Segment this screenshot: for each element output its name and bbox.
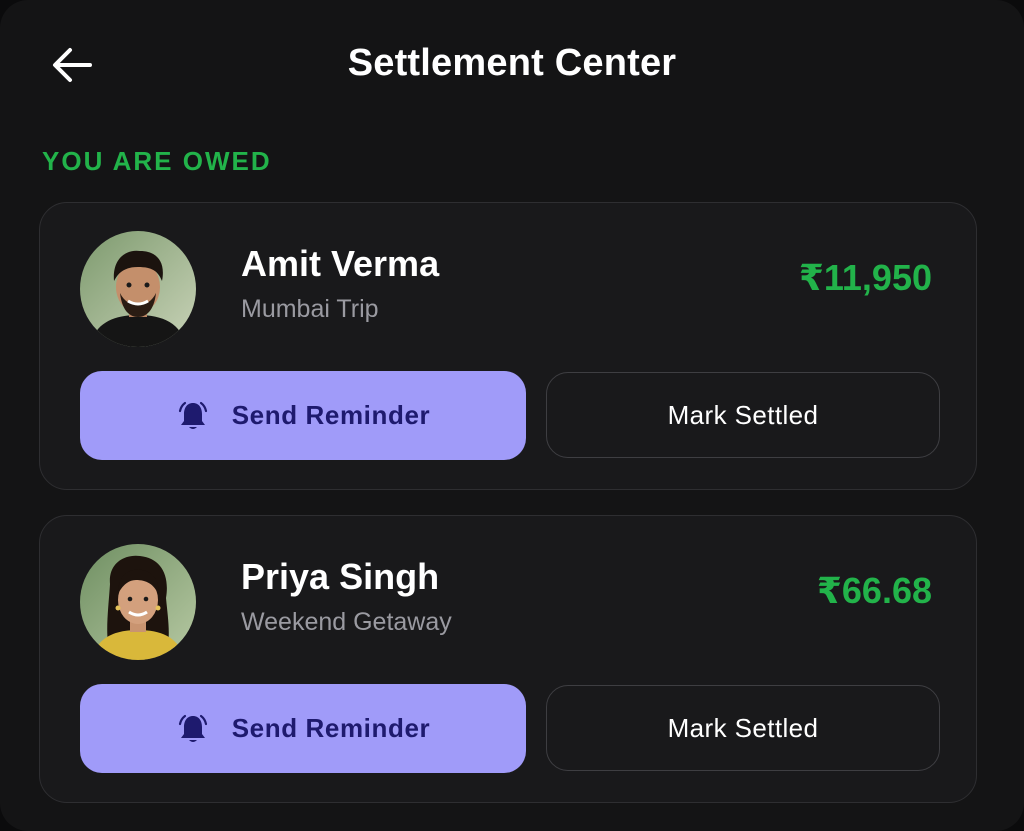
bell-icon	[178, 401, 207, 429]
trip-name: Mumbai Trip	[241, 295, 379, 323]
debtor-card: Amit Verma Mumbai Trip ₹11,950 Send Remi…	[39, 202, 977, 490]
send-reminder-button[interactable]: Send Reminder	[80, 371, 526, 460]
mark-settled-label: Mark Settled	[667, 399, 819, 430]
header-bar: Settlement Center	[0, 22, 1024, 108]
amount-owed: ₹11,950	[798, 257, 932, 298]
person-name: Priya Singh	[241, 556, 440, 597]
person-name: Amit Verma	[241, 243, 440, 284]
settlement-screen: Settlement Center YOU ARE OWED Amit Verm…	[0, 0, 1024, 831]
send-reminder-button[interactable]: Send Reminder	[80, 684, 526, 773]
avatar	[80, 231, 196, 347]
mark-settled-button[interactable]: Mark Settled	[546, 372, 940, 458]
page-title: Settlement Center	[347, 42, 677, 84]
send-reminder-label: Send Reminder	[231, 400, 431, 430]
amount-owed: ₹66.68	[816, 570, 932, 611]
section-label-owed: YOU ARE OWED	[42, 146, 272, 176]
debtor-card: Priya Singh Weekend Getaway ₹66.68 Send …	[39, 515, 977, 803]
send-reminder-label: Send Reminder	[231, 713, 431, 743]
trip-name: Weekend Getaway	[241, 608, 452, 636]
mark-settled-label: Mark Settled	[667, 712, 819, 743]
avatar	[80, 544, 196, 660]
bell-icon	[178, 714, 207, 742]
mark-settled-button[interactable]: Mark Settled	[546, 685, 940, 771]
